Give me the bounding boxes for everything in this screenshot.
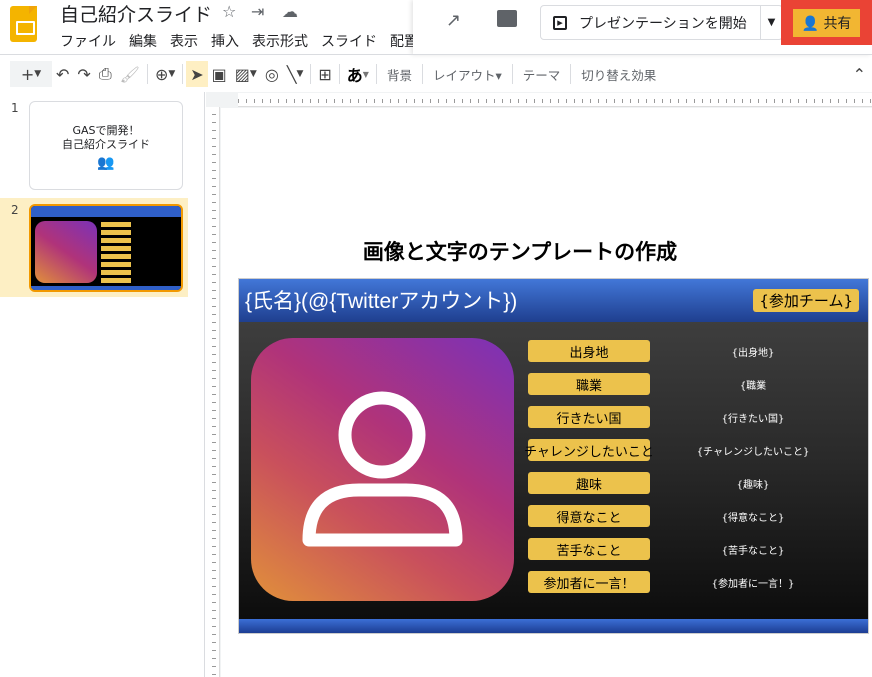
field-label: 行きたい国 [528,406,650,428]
field-value: {行きたい国} [721,414,785,425]
slide-number: 1 [11,101,19,115]
name-placeholder: {氏名}(@{Twitterアカウント}) [245,290,518,313]
field-label: 得意なこと [528,505,650,527]
present-button[interactable]: ▸ プレゼンテーションを開始 ▼ [540,5,783,40]
menu-slide[interactable]: スライド [321,31,377,51]
menu-file[interactable]: ファイル [60,31,116,51]
lock-person-icon: 👤 [801,15,824,32]
field-value: {苦手なこと} [721,546,785,557]
image-icon[interactable]: ▨ ▼ [231,61,261,87]
field-label: 趣味 [528,472,650,494]
paint-format-icon[interactable]: 🖌 [116,61,144,87]
line-icon[interactable]: ╲ ▼ [283,61,308,87]
menu-edit[interactable]: 編集 [129,31,157,51]
slide-number: 2 [11,203,19,217]
slide-heading[interactable]: 画像と文字のテンプレートの作成 [238,236,802,266]
text-box-icon[interactable]: ▣ [208,61,231,87]
toolbar: + ▼ ↶ ↷ ⎙ 🖌 ⊕ ▼ ➤ ▣ ▨ ▼ ◎ ╲ ▼ ⊞ あ ▼ 背景 レイア… [0,58,872,90]
profile-card-image[interactable]: {氏名}(@{Twitterアカウント}) {参加チーム} 出身地 {出身地} 職… [238,278,869,634]
user-avatar-icon [251,338,514,601]
field-label: 出身地 [528,340,650,362]
share-label: 共有 [823,15,852,32]
team-badge: {参加チーム} [753,289,859,312]
divider [0,54,872,55]
field-label: 苦手なこと [528,538,650,560]
layout-button[interactable]: レイアウト▾ [426,65,509,84]
field-value: {得意なこと} [721,513,785,524]
slides-logo[interactable] [10,6,37,42]
select-tool-icon[interactable]: ➤ [186,61,208,87]
share-button[interactable]: 👤 共有 [781,0,872,45]
field-value: {参加者に一言！} [711,579,795,590]
cloud-saved-icon[interactable]: ☁ [282,2,298,21]
redo-icon[interactable]: ↷ [73,61,94,87]
print-icon[interactable]: ⎙ [95,61,116,87]
transition-button[interactable]: 切り替え効果 [574,65,663,84]
shape-icon[interactable]: ◎ [261,61,283,87]
field-value: {職業 [739,381,767,392]
menu-format[interactable]: 表示形式 [252,31,308,51]
document-title[interactable]: 自己紹介スライド [60,0,212,27]
horizontal-ruler [238,93,872,107]
star-icon[interactable]: ☆ [222,2,236,21]
vertical-ruler [206,107,220,677]
field-label: 職業 [528,373,650,395]
present-label: プレゼンテーションを開始 [579,15,747,32]
field-value: {出身地} [731,348,775,359]
menu-insert[interactable]: 挿入 [211,31,239,51]
field-label: チャレンジしたいこと [524,439,654,461]
new-slide-button[interactable]: + ▼ [10,61,52,87]
present-dropdown-icon[interactable]: ▼ [760,6,782,39]
background-button[interactable]: 背景 [380,65,419,84]
comment-add-icon[interactable]: ⊞ [314,61,335,87]
play-icon: ▸ [553,15,567,30]
thumb-subtitle: 自己紹介スライド [62,138,150,151]
move-folder-icon[interactable]: ⇥ [251,2,264,21]
zoom-icon[interactable]: ⊕ ▼ [151,61,179,87]
comment-icon[interactable] [497,10,517,27]
input-tools-button[interactable]: あ ▼ [343,61,373,87]
undo-icon[interactable]: ↶ [52,61,73,87]
activity-trend-icon[interactable]: ↗ [446,10,461,31]
card-footer [239,619,868,633]
field-value: {趣味} [736,480,770,491]
menu-view[interactable]: 表示 [170,31,198,51]
field-label: 参加者に一言！ [528,571,650,593]
theme-button[interactable]: テーマ [516,65,568,84]
slide-thumbnail-2[interactable] [29,204,183,292]
people-illustration: 👥 [97,155,115,171]
thumb-title: GASで開発！ [72,124,140,137]
collapse-icon[interactable]: ⌃ [849,61,870,87]
field-value: {チャレンジしたいこと} [696,447,810,458]
menu-bar: ファイル 編集 表示 挿入 表示形式 スライド 配置 [60,31,416,51]
slide-thumbnail-1[interactable]: GASで開発！ 自己紹介スライド 👥 [29,101,183,190]
